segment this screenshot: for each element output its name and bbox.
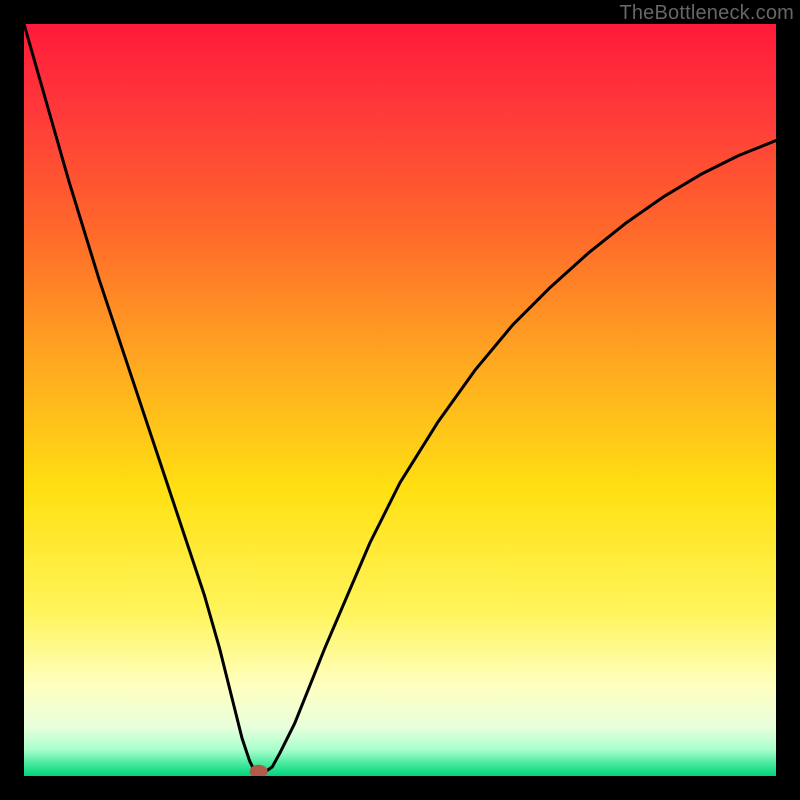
plot-area [24,24,776,776]
chart-frame: TheBottleneck.com [0,0,800,800]
chart-svg [24,24,776,776]
watermark-text: TheBottleneck.com [619,2,794,25]
gradient-background [24,24,776,776]
